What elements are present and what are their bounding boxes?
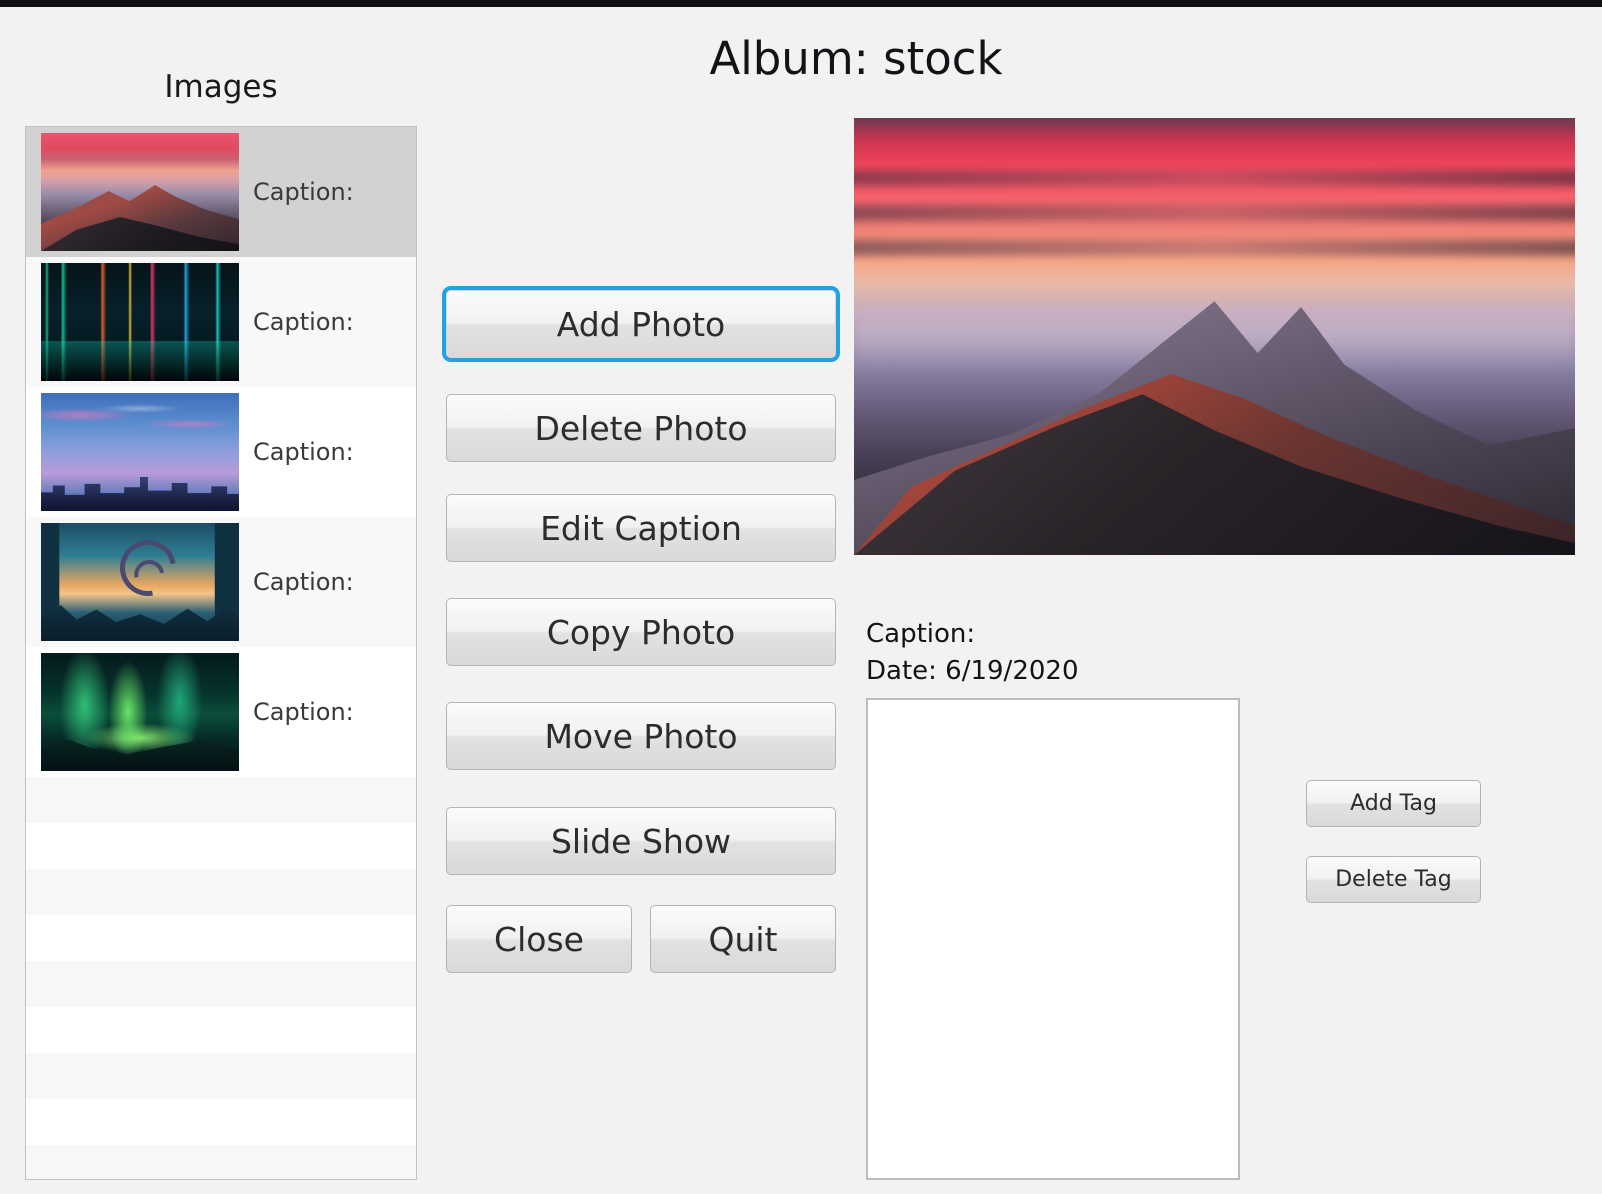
preview-caption-label: Caption: bbox=[866, 619, 976, 649]
list-item[interactable]: Caption: bbox=[26, 127, 416, 257]
slide-show-button[interactable]: Slide Show bbox=[446, 807, 836, 875]
list-item[interactable]: Caption: bbox=[26, 517, 416, 647]
list-item-caption: Caption: bbox=[253, 178, 354, 206]
neon-city-street-thumbnail bbox=[41, 263, 239, 381]
preview-date-label: Date: 6/19/2020 bbox=[866, 656, 1079, 686]
add-tag-button[interactable]: Add Tag bbox=[1306, 780, 1481, 827]
list-item-caption: Caption: bbox=[253, 698, 354, 726]
move-photo-button[interactable]: Move Photo bbox=[446, 702, 836, 770]
copy-photo-button[interactable]: Copy Photo bbox=[446, 598, 836, 666]
mountain-sunset-thumbnail bbox=[41, 133, 239, 251]
photo-preview[interactable] bbox=[854, 118, 1575, 555]
close-button[interactable]: Close bbox=[446, 905, 632, 973]
list-item-caption: Caption: bbox=[253, 568, 354, 596]
list-item-caption: Caption: bbox=[253, 438, 354, 466]
list-item-empty[interactable] bbox=[26, 777, 416, 823]
list-item-empty[interactable] bbox=[26, 869, 416, 915]
list-item-empty[interactable] bbox=[26, 1007, 416, 1053]
list-item-empty[interactable] bbox=[26, 1099, 416, 1145]
cherry-blossom-skyline-thumbnail bbox=[41, 393, 239, 511]
list-item-empty[interactable] bbox=[26, 1145, 416, 1179]
edit-caption-button[interactable]: Edit Caption bbox=[446, 494, 836, 562]
album-title-text: Album: stock bbox=[709, 32, 1003, 85]
delete-photo-button[interactable]: Delete Photo bbox=[446, 394, 836, 462]
images-list[interactable]: Caption: Caption: Caption: Caption: Capt… bbox=[25, 126, 417, 1180]
mountain-sunset-preview bbox=[854, 118, 1575, 555]
list-item-empty[interactable] bbox=[26, 961, 416, 1007]
list-item-caption: Caption: bbox=[253, 308, 354, 336]
list-item-empty[interactable] bbox=[26, 1053, 416, 1099]
list-item[interactable]: Caption: bbox=[26, 257, 416, 387]
debian-swirl-forest-thumbnail bbox=[41, 523, 239, 641]
add-photo-button[interactable]: Add Photo bbox=[446, 290, 836, 358]
list-item[interactable]: Caption: bbox=[26, 387, 416, 517]
images-panel-title: Images bbox=[164, 69, 278, 105]
list-item-empty[interactable] bbox=[26, 915, 416, 961]
tag-list[interactable] bbox=[866, 698, 1240, 1180]
photo-album-window: Album: stock Images Caption: Caption: Ca… bbox=[0, 0, 1602, 1194]
delete-tag-button[interactable]: Delete Tag bbox=[1306, 856, 1481, 903]
list-item-empty[interactable] bbox=[26, 823, 416, 869]
list-item[interactable]: Caption: bbox=[26, 647, 416, 777]
aurora-borealis-thumbnail bbox=[41, 653, 239, 771]
quit-button[interactable]: Quit bbox=[650, 905, 836, 973]
